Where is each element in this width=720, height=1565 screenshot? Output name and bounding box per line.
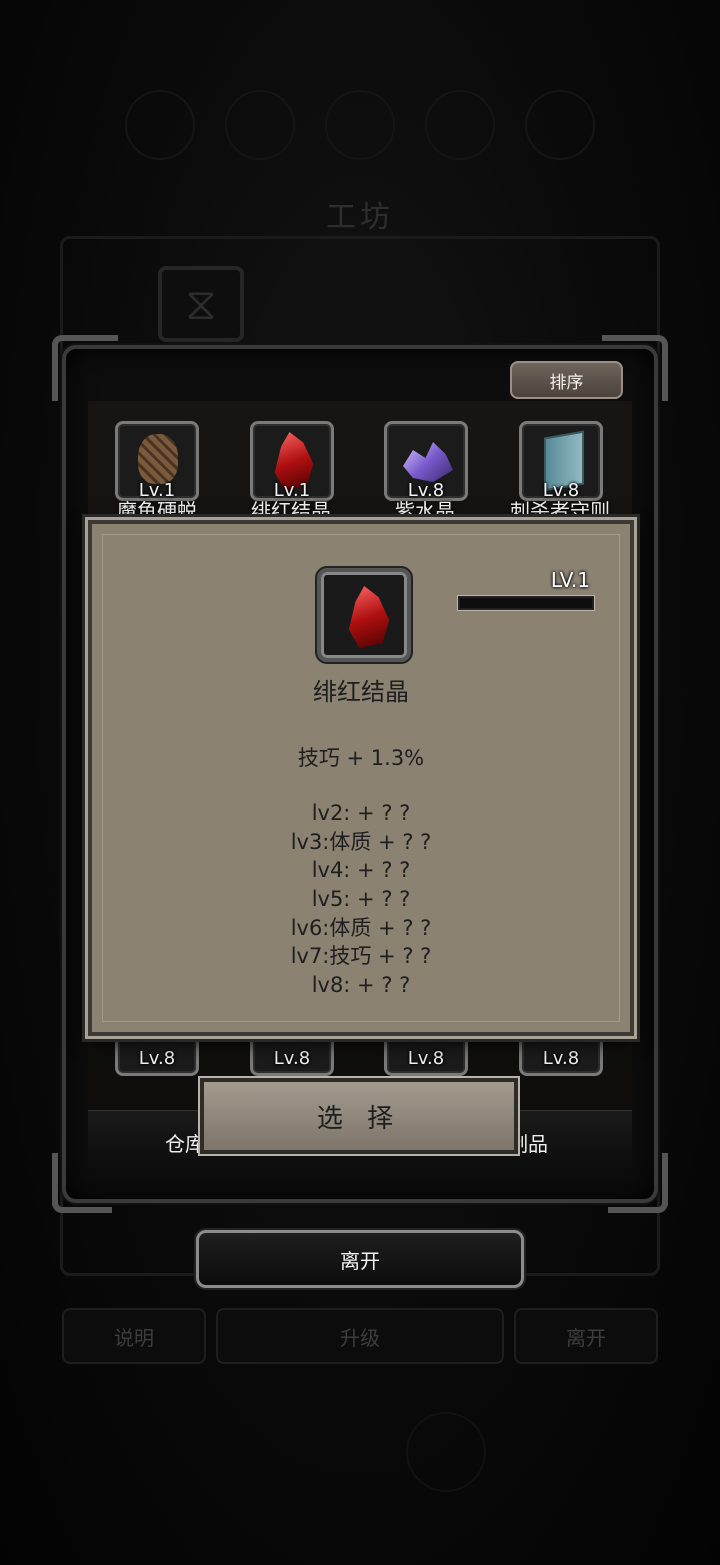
upgrade-line: lv7:技巧 + ? ?	[290, 944, 432, 969]
turtle-shell-icon	[138, 434, 178, 484]
leave-button[interactable]: 离开	[196, 1230, 524, 1288]
item-slot-lower-4[interactable]: Lv.8	[519, 1034, 603, 1118]
background-emblem	[406, 1412, 486, 1492]
help-button: 说明	[62, 1308, 206, 1364]
upgrade-line: lv8: + ? ?	[311, 973, 411, 998]
level-progress-bar	[458, 596, 594, 610]
upgrade-list: lv2: + ? ? lv3:体质 + ? ? lv4: + ? ? lv5: …	[92, 799, 630, 1000]
upgrade-line: lv6:体质 + ? ?	[290, 915, 432, 940]
background-ornaments	[0, 90, 720, 160]
select-button[interactable]: 选 择	[200, 1078, 518, 1154]
sort-button[interactable]: 排序	[510, 361, 623, 399]
rune-slot-icon: ⧖	[158, 266, 244, 342]
item-slot-assassin-codex[interactable]: Lv.8	[519, 421, 603, 505]
tab-warehouse[interactable]: 仓库	[165, 1128, 205, 1157]
detail-item-frame	[317, 568, 411, 662]
crimson-crystal-icon	[348, 586, 390, 648]
upgrade-line: lv4: + ? ?	[311, 858, 411, 883]
upgrade-line: lv5: + ? ?	[311, 887, 411, 912]
workshop-title: 工坊	[326, 200, 394, 235]
level-label: LV.1	[550, 568, 590, 592]
item-slot-crimson-crystal[interactable]: Lv.1	[250, 421, 334, 505]
upgrade-button: 升级	[216, 1308, 504, 1364]
item-level: Lv.8	[542, 1048, 580, 1069]
item-slot-amethyst[interactable]: Lv.8	[384, 421, 468, 505]
item-level: Lv.8	[138, 1048, 176, 1069]
background-leave-button: 离开	[514, 1308, 658, 1364]
upgrade-line: lv2: + ? ?	[311, 801, 411, 825]
item-slot-lower-1[interactable]: Lv.8	[115, 1034, 199, 1118]
upgrade-line: lv3:体质 + ? ?	[290, 829, 432, 854]
item-level: Lv.8	[407, 1048, 445, 1069]
item-title: 绯红结晶	[313, 678, 409, 706]
amethyst-icon	[403, 442, 453, 482]
item-slot-turtle-shell[interactable]: Lv.1	[115, 421, 199, 505]
item-detail-popup: LV.1 绯红结晶 技巧 + 1.3% lv2: + ? ? lv3:体质 + …	[88, 520, 634, 1036]
item-level: Lv.8	[273, 1048, 311, 1069]
item-stat: 技巧 + 1.3%	[297, 746, 425, 770]
